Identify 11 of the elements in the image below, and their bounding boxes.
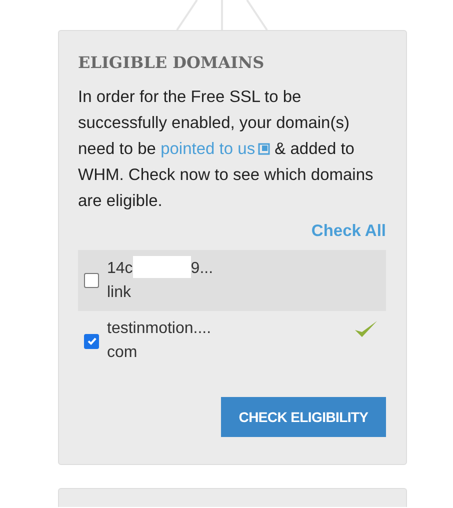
section-title: ELIGIBLE DOMAINS (78, 53, 266, 72)
domain-name: testinmotion.... (107, 320, 212, 337)
pointed-link[interactable]: pointed to us (160, 140, 270, 158)
domain-name: com (107, 343, 138, 363)
domain-row[interactable]: 14c 9... link (78, 250, 386, 311)
domain-name: 9... (190, 260, 214, 277)
description-text: In order for the Free SSL to be successfully enabled, your domain(s) need to be pointed to us & added to WHM. Check now to see which domains are eligible. (78, 87, 374, 212)
check-eligibility-button[interactable]: CHECK ELIGIBILITY (221, 397, 386, 437)
check-all-link[interactable]: Check All (311, 222, 386, 241)
domain-name: 14c (107, 260, 133, 277)
domain-name: link (107, 283, 132, 303)
